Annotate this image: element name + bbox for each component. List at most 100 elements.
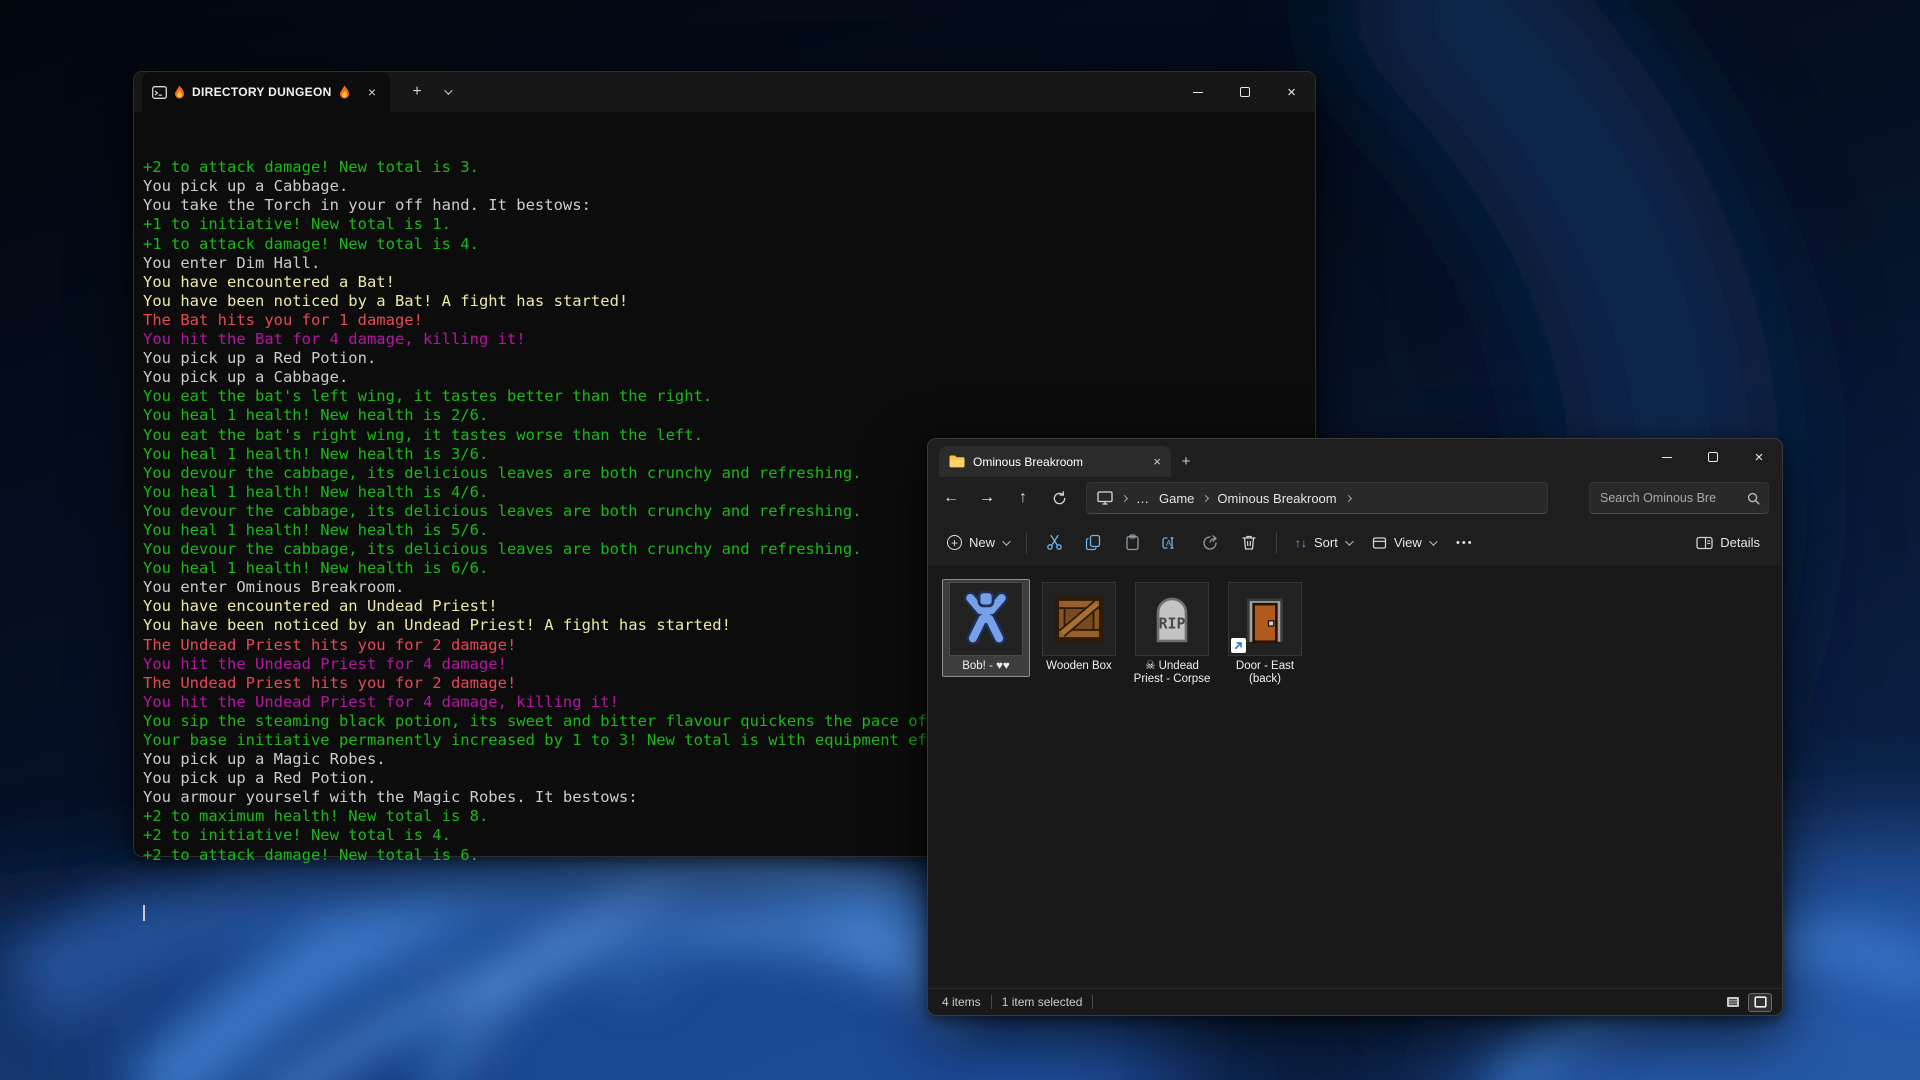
forward-button[interactable]: →: [970, 482, 1004, 514]
file-item[interactable]: Bob! - ♥♥: [942, 579, 1030, 677]
file-item[interactable]: RIP☠ Undead Priest - Corpse: [1128, 579, 1216, 690]
terminal-line: +2 to attack damage! New total is 3.: [143, 158, 1315, 177]
scissors-icon: [1046, 534, 1063, 551]
explorer-new-tab-button[interactable]: +: [1171, 446, 1201, 477]
explorer-file-area[interactable]: Bob! - ♥♥Wooden BoxRIP☠ Undead Priest - …: [928, 567, 1782, 988]
file-item[interactable]: Wooden Box: [1035, 579, 1123, 677]
up-button[interactable]: ↑: [1006, 482, 1040, 514]
copy-button[interactable]: [1075, 527, 1111, 559]
terminal-minimize-button[interactable]: [1174, 72, 1221, 112]
copy-icon: [1085, 534, 1102, 551]
delete-button[interactable]: [1231, 527, 1267, 559]
explorer-tab-title: Ominous Breakroom: [973, 455, 1083, 469]
view-button-label: View: [1394, 535, 1422, 550]
chevron-down-icon: [1345, 537, 1353, 545]
terminal-window-controls: ×: [1174, 72, 1315, 112]
breadcrumb-overflow[interactable]: …: [1136, 491, 1150, 506]
sort-button-label: Sort: [1314, 535, 1338, 550]
terminal-tab-dropdown-icon[interactable]: [432, 72, 462, 112]
paste-button[interactable]: [1114, 527, 1150, 559]
rename-icon: A: [1162, 535, 1180, 551]
terminal-line: You pick up a Cabbage.: [143, 368, 1315, 387]
view-icon: [1372, 536, 1387, 550]
shortcut-badge: [1231, 638, 1246, 653]
chevron-right-icon[interactable]: [1121, 494, 1128, 501]
explorer-address-bar: ← → ↑ … Game Ominous Breakroom: [928, 477, 1782, 519]
refresh-button[interactable]: [1042, 482, 1076, 514]
view-button[interactable]: View: [1363, 527, 1444, 559]
terminal-line: The Bat hits you for 1 damage!: [143, 311, 1315, 330]
search-input[interactable]: [1600, 491, 1747, 505]
search-icon[interactable]: [1747, 492, 1760, 505]
file-item-icon: [949, 582, 1023, 656]
terminal-tab-title: DIRECTORY DUNGEON: [192, 85, 332, 99]
chevron-right-icon[interactable]: [1345, 494, 1352, 501]
close-icon: ×: [1287, 85, 1296, 100]
terminal-line: +1 to attack damage! New total is 4.: [143, 235, 1315, 254]
terminal-tab[interactable]: DIRECTORY DUNGEON ×: [142, 72, 390, 112]
file-item[interactable]: Door - East (back): [1221, 579, 1309, 690]
terminal-app-icon: [152, 86, 167, 99]
trash-icon: [1241, 534, 1257, 551]
large-icons-view-icon: [1754, 996, 1767, 1008]
terminal-line: You enter Dim Hall.: [143, 254, 1315, 273]
minimize-icon: [1662, 457, 1672, 458]
terminal-close-button[interactable]: ×: [1268, 72, 1315, 112]
new-button[interactable]: + New: [938, 527, 1017, 559]
terminal-new-tab-button[interactable]: +: [402, 72, 432, 112]
more-options-button[interactable]: •••: [1447, 527, 1483, 559]
clipboard-icon: [1124, 534, 1141, 551]
explorer-minimize-button[interactable]: [1644, 439, 1690, 475]
breadcrumb-item-game[interactable]: Game: [1159, 491, 1194, 506]
large-icons-view-toggle[interactable]: [1748, 993, 1772, 1012]
terminal-tab-close-icon[interactable]: ×: [364, 83, 380, 101]
cut-button[interactable]: [1036, 527, 1072, 559]
explorer-close-button[interactable]: ×: [1736, 439, 1782, 475]
chevron-right-icon[interactable]: [1202, 494, 1209, 501]
file-explorer-window: Ominous Breakroom × + × ← → ↑ …: [927, 438, 1783, 1016]
terminal-line: You have been noticed by a Bat! A fight …: [143, 292, 1315, 311]
file-item-icon: [1228, 582, 1302, 656]
sort-button[interactable]: ↑↓ Sort: [1286, 527, 1360, 559]
this-pc-icon[interactable]: [1097, 491, 1113, 505]
maximize-icon: [1708, 452, 1718, 462]
status-divider: [991, 995, 992, 1009]
new-plus-icon: +: [947, 535, 962, 550]
explorer-tab-bar: Ominous Breakroom × + ×: [928, 439, 1782, 477]
explorer-maximize-button[interactable]: [1690, 439, 1736, 475]
svg-text:A: A: [1166, 539, 1172, 548]
close-icon: ×: [1755, 450, 1764, 465]
explorer-tab[interactable]: Ominous Breakroom ×: [939, 446, 1171, 477]
terminal-tab-bar: DIRECTORY DUNGEON × + ×: [134, 72, 1315, 112]
chevron-down-icon: [1429, 537, 1437, 545]
selection-count: 1 item selected: [1002, 995, 1083, 1009]
terminal-line: You heal 1 health! New health is 2/6.: [143, 406, 1315, 425]
details-panel-icon: [1696, 536, 1713, 550]
sort-arrows-icon: ↑↓: [1295, 536, 1307, 550]
terminal-line: You hit the Bat for 4 damage, killing it…: [143, 330, 1315, 349]
view-toggles: [1721, 993, 1772, 1012]
terminal-line: +1 to initiative! New total is 1.: [143, 215, 1315, 234]
file-item-icon: [1042, 582, 1116, 656]
terminal-maximize-button[interactable]: [1221, 72, 1268, 112]
list-view-icon: [1726, 996, 1740, 1008]
tombstone-icon: RIP: [1144, 591, 1200, 647]
share-button[interactable]: [1192, 527, 1228, 559]
chevron-down-icon: [1002, 537, 1010, 545]
back-button[interactable]: ←: [934, 482, 968, 514]
person-icon: [958, 591, 1014, 647]
explorer-window-controls: ×: [1644, 439, 1782, 475]
item-count: 4 items: [942, 995, 981, 1009]
search-box[interactable]: [1589, 482, 1769, 514]
details-button[interactable]: Details: [1687, 527, 1769, 559]
rename-button[interactable]: A: [1153, 527, 1189, 559]
explorer-status-bar: 4 items 1 item selected: [928, 988, 1782, 1015]
minimize-icon: [1193, 92, 1203, 93]
file-item-icon: RIP: [1135, 582, 1209, 656]
details-view-toggle[interactable]: [1721, 993, 1745, 1012]
svg-text:RIP: RIP: [1159, 615, 1186, 633]
explorer-tab-close-icon[interactable]: ×: [1153, 455, 1161, 468]
file-item-label: Door - East (back): [1222, 660, 1308, 686]
maximize-icon: [1240, 87, 1250, 97]
breadcrumb-item-ominous-breakroom[interactable]: Ominous Breakroom: [1217, 491, 1336, 506]
